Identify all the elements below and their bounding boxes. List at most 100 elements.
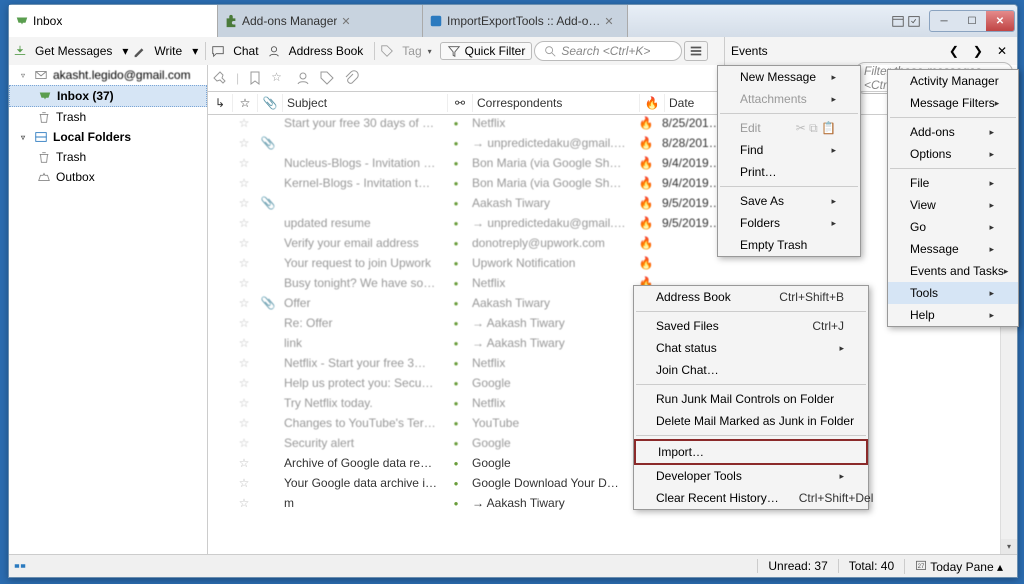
menu-item[interactable]: Developer Tools▸ [634,465,868,487]
col-thread[interactable]: ↳ [208,94,233,112]
main-window: Inbox Add-ons Manager ✕ ImportExportTool… [8,4,1018,578]
total-count: Total: 40 [838,559,904,573]
online-icon[interactable] [13,559,27,573]
outbox-icon [37,170,51,184]
menu-item[interactable]: Tools▸ [888,282,1018,304]
menu-item[interactable]: Chat status▸ [634,337,868,359]
menu-item[interactable]: Folders▸ [718,212,860,234]
tab-addons[interactable]: Add-ons Manager ✕ [218,5,423,37]
local-folders-icon [34,130,48,144]
col-correspondents[interactable]: Correspondents [473,94,640,112]
filter-icon [447,44,461,58]
attachment-filter-icon[interactable] [343,70,359,86]
twisty-icon[interactable]: ▿ [21,71,29,80]
message-row[interactable]: ☆Changes to YouTube's Ter…●YouTube🔥 [208,413,1017,433]
calendar-icon[interactable] [891,14,905,28]
menu-item[interactable]: Activity Manager [888,70,1018,92]
close-icon[interactable]: ✕ [341,15,353,27]
menu-item[interactable]: Help▸ [888,304,1018,326]
star-filter-icon[interactable]: ☆ [271,70,287,86]
events-close[interactable]: ✕ [993,44,1011,58]
get-messages-button[interactable]: Get Messages [29,42,118,60]
events-next[interactable]: ❯ [969,44,987,58]
address-book-button[interactable]: Address Book [283,42,370,60]
minimize-button[interactable]: ─ [930,11,958,31]
maximize-button[interactable]: ☐ [958,11,986,31]
menu-item[interactable]: Address BookCtrl+Shift+B [634,286,868,308]
app-menu-button[interactable] [684,41,708,61]
close-icon[interactable]: ✕ [604,15,616,27]
tab-import-export[interactable]: ImportExportTools :: Add-o… ✕ [423,5,628,37]
app-submenu[interactable]: Activity ManagerMessage Filters▸ Add-ons▸… [887,69,1019,327]
write-dropdown[interactable]: ▾ [190,42,200,60]
menu-item[interactable]: Saved FilesCtrl+J [634,315,868,337]
menu-item[interactable]: Import… [634,439,868,465]
get-messages-dropdown[interactable]: ▾ [120,42,130,60]
chat-button[interactable]: Chat [227,42,264,60]
message-row[interactable]: ☆Netflix - Start your free 3…●Netflix🔥 [208,353,1017,373]
tasks-icon[interactable] [907,14,921,28]
col-subject[interactable]: Subject [283,94,448,112]
write-button[interactable]: Write [148,42,188,60]
contact-filter-icon[interactable] [295,70,311,86]
pin-icon[interactable] [212,70,228,86]
col-read[interactable]: ⚯ [448,94,473,112]
search-icon [543,44,557,58]
global-search[interactable]: Search <Ctrl+K> [534,41,682,61]
scroll-down[interactable]: ▾ [1001,539,1017,555]
sidebar-item-inbox[interactable]: Inbox (37) [9,85,207,107]
app-menu[interactable]: New Message▸Attachments▸Edit✂ ⧉ 📋Find▸Pr… [717,65,861,257]
message-row[interactable]: ☆m●→ Aakash Tiwary🔥11/26/201… [208,493,1017,513]
tag-button[interactable]: Tag [396,42,437,60]
message-row[interactable]: ☆link●→ Aakash Tiwary🔥 [208,333,1017,353]
menu-item[interactable]: View▸ [888,194,1018,216]
chat-icon [211,44,225,58]
tab-label: Add-ons Manager [242,14,337,28]
close-button[interactable]: ✕ [986,11,1014,31]
quick-filter-label: Quick Filter [465,44,526,58]
sidebar-item-label: Trash [56,110,86,124]
menu-item[interactable]: Events and Tasks▸ [888,260,1018,282]
menu-item[interactable]: New Message▸ [718,66,860,88]
twisty-icon[interactable]: ▿ [21,133,29,142]
sidebar-item-local-trash[interactable]: Trash [9,147,207,167]
menu-item[interactable]: Run Junk Mail Controls on Folder [634,388,868,410]
menu-item[interactable]: Go▸ [888,216,1018,238]
tag-filter-icon[interactable] [319,70,335,86]
menu-item[interactable]: File▸ [888,172,1018,194]
col-star[interactable]: ☆ [233,94,258,112]
menu-item[interactable]: Save As▸ [718,190,860,212]
puzzle-icon [224,14,238,28]
message-row[interactable]: ☆Help us protect you: Secu…●Google🔥 [208,373,1017,393]
quick-filter-button[interactable]: Quick Filter [440,42,533,60]
menu-item[interactable]: Join Chat… [634,359,868,381]
menu-item[interactable]: Add-ons▸ [888,121,1018,143]
menu-item[interactable]: Print… [718,161,860,183]
menu-item[interactable]: Options▸ [888,143,1018,165]
sidebar-item-outbox[interactable]: Outbox [9,167,207,187]
bookmark-icon[interactable] [247,70,263,86]
today-pane-button[interactable]: 27 Today Pane ▴ [904,559,1013,574]
menu-item[interactable]: Message Filters▸ [888,92,1018,114]
menu-item[interactable]: Find▸ [718,139,860,161]
menu-item[interactable]: Message▸ [888,238,1018,260]
tab-inbox[interactable]: Inbox [9,5,218,37]
message-row[interactable]: ☆Archive of Google data re…●Google🔥11/19… [208,453,1017,473]
folder-sidebar: ▿ akasht.legido@gmail.com Inbox (37) Tra… [9,65,208,555]
message-row[interactable]: ☆Try Netflix today.●Netflix🔥 [208,393,1017,413]
menu-item[interactable]: Empty Trash [718,234,860,256]
message-row[interactable]: ☆Security alert●Google🔥 [208,433,1017,453]
menu-item[interactable]: Delete Mail Marked as Junk in Folder [634,410,868,432]
inbox-icon [15,14,29,28]
menu-item[interactable]: Clear Recent History…Ctrl+Shift+Del [634,487,868,509]
tools-submenu[interactable]: Address BookCtrl+Shift+B Saved FilesCtrl+… [633,285,869,510]
message-row[interactable]: ☆Your Google data archive i…●Google Down… [208,473,1017,493]
sidebar-item-trash[interactable]: Trash [9,107,207,127]
local-folders-row[interactable]: ▿ Local Folders [9,127,207,147]
tag-icon [380,44,394,58]
events-prev[interactable]: ❮ [945,44,963,58]
col-attachment[interactable]: 📎 [258,94,283,112]
col-spam[interactable]: 🔥 [640,94,665,112]
menu-item: Attachments▸ [718,88,860,110]
account-row[interactable]: ▿ akasht.legido@gmail.com [9,65,207,85]
